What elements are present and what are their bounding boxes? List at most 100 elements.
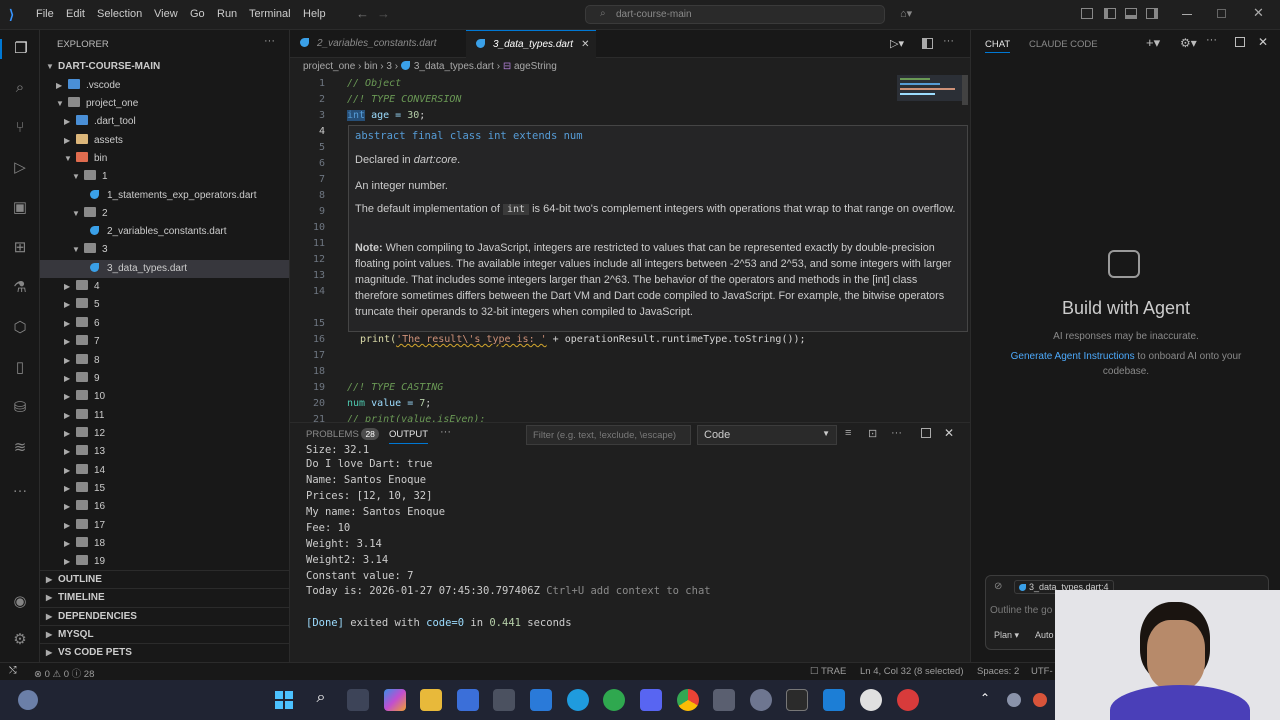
menu-file[interactable]: File [36, 8, 54, 20]
containers-icon[interactable]: ⬡ [10, 318, 30, 338]
mode-select[interactable]: Plan ▾ [994, 630, 1019, 641]
problems-status[interactable]: ⊗ 0 ⚠ 0 ⓘ 28 [34, 666, 94, 680]
encoding[interactable]: UTF- [1031, 666, 1053, 677]
tree-item-folder-19[interactable]: ▶ 19 [40, 553, 289, 571]
minimap[interactable] [897, 75, 963, 101]
explorer-icon[interactable]: ❐ [0, 39, 40, 59]
dev-app-icon[interactable] [530, 689, 552, 711]
tree-item-folder-11[interactable]: ▶ 11 [40, 407, 289, 425]
task-view-icon[interactable] [347, 689, 369, 711]
section-vscode-pets[interactable]: ▶ VS CODE PETS [40, 643, 289, 661]
run-icon[interactable]: ▷▾ [890, 37, 904, 50]
split-editor-icon[interactable] [922, 38, 933, 49]
indentation[interactable]: Spaces: 2 [977, 666, 1019, 677]
vscode-taskbar-icon[interactable] [823, 689, 845, 711]
menu-selection[interactable]: Selection [97, 8, 142, 20]
menu-run[interactable]: Run [217, 8, 237, 20]
code-line-3[interactable]: int age = 30; [347, 110, 425, 121]
panel-more-icon[interactable]: ··· [440, 426, 451, 438]
breadcrumb-item[interactable]: 3_data_types.dart [414, 61, 494, 72]
menu-go[interactable]: Go [190, 8, 205, 20]
chatgpt-icon[interactable] [860, 689, 882, 711]
output-channel-select[interactable]: Code ▼ [697, 425, 837, 445]
tab-data-types[interactable]: 3_data_types.dart ✕ [466, 30, 596, 58]
code-line-19[interactable]: //! TYPE CASTING [347, 382, 443, 393]
clear-output-icon[interactable]: ≡ [845, 427, 851, 439]
tab-problems[interactable]: PROBLEMS 28 [306, 428, 379, 440]
tree-item-folder-6[interactable]: ▶ 6 [40, 315, 289, 333]
tree-item-folder-12[interactable]: ▶ 12 [40, 425, 289, 443]
code-line-2[interactable]: //! TYPE CONVERSION [347, 94, 461, 105]
tree-item-folder-13[interactable]: ▶ 13 [40, 443, 289, 461]
run-debug-icon[interactable]: ▷ [10, 158, 30, 178]
tree-item-assets[interactable]: ▶ assets [40, 132, 289, 150]
chat-settings-icon[interactable]: ⚙▾ [1180, 36, 1197, 50]
tree-item-folder-8[interactable]: ▶ 8 [40, 352, 289, 370]
xbox-icon[interactable] [603, 689, 625, 711]
tab-claude-code[interactable]: CLAUDE CODE [1029, 39, 1098, 50]
tree-item-folder-18[interactable]: ▶ 18 [40, 535, 289, 553]
forward-arrow-icon[interactable]: → [377, 6, 390, 21]
source-control-icon[interactable]: ⑂ [10, 118, 30, 138]
tree-item-folder-9[interactable]: ▶ 9 [40, 370, 289, 388]
breadcrumb-item[interactable]: ageString [514, 61, 557, 72]
menu-help[interactable]: Help [303, 8, 326, 20]
tree-item-bin[interactable]: ▼ bin [40, 150, 289, 168]
store-icon[interactable] [457, 689, 479, 711]
tree-item-file-2[interactable]: 2_variables_constants.dart [40, 223, 289, 241]
maximize-icon[interactable] [1217, 9, 1226, 18]
search-view-icon[interactable]: ⌕ [10, 78, 30, 98]
section-dependencies[interactable]: ▶ DEPENDENCIES [40, 607, 289, 625]
more-actions-icon[interactable]: ··· [264, 35, 275, 47]
toggle-panel-icon[interactable] [1125, 8, 1137, 19]
tree-item-folder-1[interactable]: ▼ 1 [40, 168, 289, 186]
edge-icon[interactable] [567, 689, 589, 711]
cursor-position[interactable]: Ln 4, Col 32 (8 selected) [860, 666, 964, 677]
toggle-sidebar-icon[interactable] [1104, 8, 1116, 19]
tree-item-folder-17[interactable]: ▶ 17 [40, 517, 289, 535]
breadcrumb-item[interactable]: bin [364, 61, 377, 72]
tab-variables-constants[interactable]: 2_variables_constants.dart [290, 30, 466, 58]
breadcrumb-item[interactable]: 3 [386, 61, 392, 72]
device-icon[interactable]: ▯ [10, 358, 30, 378]
tree-item-vscode[interactable]: ▶ .vscode [40, 77, 289, 95]
taskbar-search-icon[interactable]: ⌕ [310, 689, 332, 711]
tree-item-file-1[interactable]: 1_statements_exp_operators.dart [40, 187, 289, 205]
new-chat-icon[interactable]: +▾ [1146, 35, 1160, 51]
file-explorer-icon[interactable] [420, 689, 442, 711]
tree-item-folder-7[interactable]: ▶ 7 [40, 333, 289, 351]
output-filter-input[interactable]: Filter (e.g. text, !exclude, \escape) [526, 425, 691, 445]
tree-item-folder-10[interactable]: ▶ 10 [40, 388, 289, 406]
tree-item-file-3-selected[interactable]: 3_data_types.dart [40, 260, 289, 278]
remote-icon[interactable]: ⤭ [9, 665, 17, 676]
toggle-layout-icon[interactable] [1081, 8, 1093, 19]
tree-item-folder-4[interactable]: ▶ 4 [40, 278, 289, 296]
copilot-app-icon[interactable] [384, 689, 406, 711]
snipping-tool-icon[interactable] [713, 689, 735, 711]
tab-chat[interactable]: CHAT [985, 39, 1011, 53]
database-icon[interactable]: ⛁ [10, 398, 30, 418]
start-icon[interactable] [273, 689, 295, 711]
section-outline[interactable]: ▶ OUTLINE [40, 570, 289, 588]
settings-gear-icon[interactable]: ⚙ [10, 630, 30, 650]
section-mysql[interactable]: ▶ MYSQL [40, 625, 289, 643]
copilot-icon[interactable]: ⌂▾ [900, 7, 912, 20]
record-app-icon[interactable] [897, 689, 919, 711]
tray-app-icon[interactable] [1033, 693, 1047, 707]
remote-explorer-icon[interactable]: ▣ [10, 198, 30, 218]
tree-item-dart-tool[interactable]: ▶ .dart_tool [40, 113, 289, 131]
widgets-icon[interactable] [18, 690, 38, 710]
section-timeline[interactable]: ▶ TIMELINE [40, 588, 289, 606]
tree-item-folder-3[interactable]: ▼ 3 [40, 241, 289, 259]
code-line-16[interactable]: print('The result\'s type is: ' + operat… [360, 334, 806, 345]
panel-actions-icon[interactable]: ··· [891, 427, 902, 439]
maximize-chat-icon[interactable] [1235, 37, 1245, 47]
terminal-icon[interactable] [786, 689, 808, 711]
tree-item-folder-2[interactable]: ▼ 2 [40, 205, 289, 223]
trae-status[interactable]: ☐ TRAE [810, 666, 846, 677]
close-chat-icon[interactable]: ✕ [1258, 35, 1268, 49]
generate-instructions-link[interactable]: Generate Agent Instructions [1011, 351, 1135, 362]
close-panel-icon[interactable]: ✕ [944, 426, 954, 440]
maximize-panel-icon[interactable] [921, 428, 931, 438]
minimize-icon[interactable] [1182, 14, 1192, 15]
